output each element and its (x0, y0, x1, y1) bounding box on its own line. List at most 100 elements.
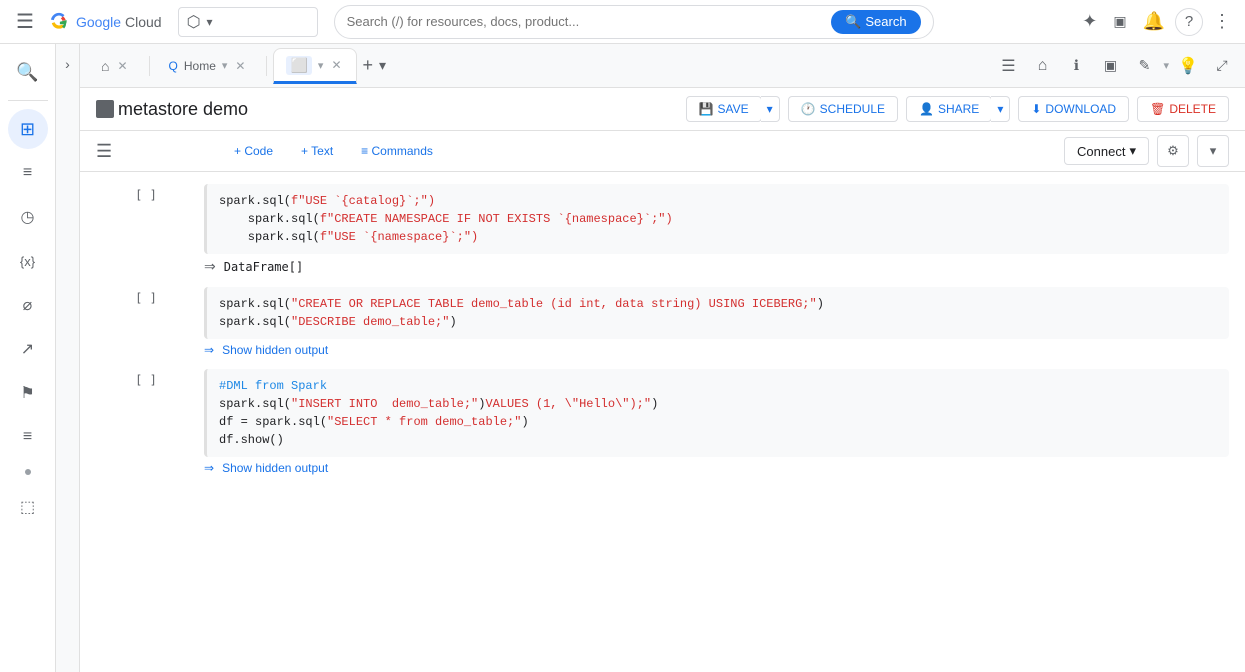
edit-dropdown[interactable]: ▾ (1163, 59, 1169, 72)
tab-query-label: Home (184, 59, 216, 73)
list-icon-area: ☰ (96, 141, 216, 162)
notebook-content: [ ] spark.sql(f"USE `{catalog}`;") spark… (80, 172, 1245, 672)
sidebar-item-code[interactable]: {x} (8, 241, 48, 281)
download-button[interactable]: ⬇ DOWNLOAD (1018, 96, 1129, 122)
terminal2-icon[interactable]: ▣ (1095, 51, 1125, 81)
tab-home[interactable]: ⌂ ✕ (88, 48, 143, 84)
list-view-icon[interactable]: ☰ (993, 51, 1023, 81)
sidebar-item-pipeline[interactable]: ↗ (8, 329, 48, 369)
terminal-icon[interactable]: ▣ (1107, 7, 1132, 36)
settings-button[interactable]: ⚙ (1157, 135, 1189, 167)
bulb2-icon[interactable]: 💡 (1173, 51, 1203, 81)
hidden-arrow-icon: ⇒ (204, 343, 214, 357)
connect-button[interactable]: Connect ▾ (1064, 137, 1149, 165)
more-icon[interactable]: ⋮ (1207, 5, 1237, 38)
cell-2-show-hidden[interactable]: ⇒ Show hidden output (204, 339, 1229, 361)
active-tab-dropdown[interactable]: ▾ (318, 59, 324, 72)
download-icon: ⬇ (1031, 102, 1041, 116)
project-selector[interactable]: ⬡ ▾ (178, 7, 318, 37)
tab-right-icons: ☰ ⌂ ℹ ▣ ✎ ▾ 💡 ⤢ (993, 51, 1237, 81)
search-button[interactable]: 🔍 Search (831, 10, 920, 34)
fullscreen-icon[interactable]: ⤢ (1207, 51, 1237, 81)
info2-icon[interactable]: ℹ (1061, 51, 1091, 81)
sidebar-item-share[interactable]: ⌀ (8, 285, 48, 325)
collapse-sidebar-btn[interactable]: › (56, 44, 80, 672)
project-dropdown-arrow: ▾ (207, 15, 213, 29)
output-arrow-icon: ⇒ (204, 258, 216, 275)
tab-bar: ⌂ ✕ Q Home ▾ ✕ ⬜ ▾ ✕ + ▾ ☰ (80, 44, 1245, 88)
search-bar[interactable]: 🔍 Search (334, 5, 934, 39)
share-dropdown-button[interactable]: ▾ (991, 96, 1010, 122)
active-tab-close[interactable]: ✕ (329, 56, 343, 74)
help-icon[interactable]: ? (1175, 8, 1203, 36)
home-tab-icon: ⌂ (101, 58, 109, 74)
sidebar-item-search[interactable]: 🔍 (8, 52, 48, 92)
cell-1: [ ] spark.sql(f"USE `{catalog}`;") spark… (80, 184, 1245, 279)
bell-icon[interactable]: 🔔 (1137, 5, 1171, 38)
edit2-icon[interactable]: ✎ (1129, 51, 1159, 81)
cell-1-code[interactable]: spark.sql(f"USE `{catalog}`;") spark.sql… (204, 184, 1229, 254)
tab-home-close[interactable]: ✕ (115, 57, 129, 75)
cell-2-gutter: [ ] (96, 287, 196, 361)
cell-3-gutter: [ ] (96, 369, 196, 479)
tab-query-close[interactable]: ✕ (233, 57, 247, 75)
share-button[interactable]: 👤 SHARE (906, 96, 992, 122)
google-cloud-logo-icon (50, 12, 70, 32)
save-action-group: 💾 SAVE ▾ (686, 96, 780, 122)
tab-active[interactable]: ⬜ ▾ ✕ (273, 48, 356, 84)
tab-separator-1 (149, 56, 150, 76)
share-action-group: 👤 SHARE ▾ (906, 96, 1010, 122)
save-dropdown-button[interactable]: ▾ (761, 96, 780, 122)
cell-3-code[interactable]: #DML from Spark spark.sql("INSERT INTO d… (204, 369, 1229, 457)
topbar-icons: ✦ ▣ 🔔 ? ⋮ (1076, 5, 1237, 38)
cell-2-content: spark.sql("CREATE OR REPLACE TABLE demo_… (204, 287, 1229, 361)
sidebar-item-dashboard[interactable]: ⊞ (8, 109, 48, 149)
search-icon: 🔍 (845, 14, 861, 30)
add-tab-button[interactable]: + (359, 51, 378, 80)
cell-2: [ ] spark.sql("CREATE OR REPLACE TABLE d… (80, 287, 1245, 361)
expand-button[interactable]: ▾ (1197, 135, 1229, 167)
save-button[interactable]: 💾 SAVE (686, 96, 762, 122)
cell-1-gutter: [ ] (96, 184, 196, 279)
delete-icon: 🗑 (1150, 102, 1165, 116)
toolbar-right: Connect ▾ ⚙ ▾ (1064, 135, 1229, 167)
save-icon: 💾 (699, 102, 714, 116)
list-icon: ☰ (96, 141, 112, 162)
home3-icon[interactable]: ⌂ (1027, 51, 1057, 81)
ai-icon[interactable]: ✦ (1076, 5, 1103, 38)
query-tab-icon: Q (169, 59, 178, 73)
cell-2-code[interactable]: spark.sql("CREATE OR REPLACE TABLE demo_… (204, 287, 1229, 339)
sidebar-item-people[interactable]: ⚑ (8, 373, 48, 413)
main-layout: 🔍 ⊞ ≡ ◷ {x} ⌀ ↗ ⚑ ≡ ⬚ › ⌂ ✕ Q Home (0, 44, 1245, 672)
project-icon: ⬡ (187, 12, 201, 32)
add-code-button[interactable]: + Code (224, 140, 283, 162)
toolbar: ☰ + Code + Text ≡ Commands Connect ▾ ⚙ (80, 131, 1245, 172)
logo: Google Cloud (50, 12, 162, 32)
commands-button[interactable]: ≡ Commands (351, 140, 443, 162)
content-area: ⌂ ✕ Q Home ▾ ✕ ⬜ ▾ ✕ + ▾ ☰ (80, 44, 1245, 672)
tab-query[interactable]: Q Home ▾ ✕ (156, 48, 261, 84)
share-icon: 👤 (919, 102, 934, 116)
sidebar-item-clock[interactable]: ◷ (8, 197, 48, 237)
tab-dropdown-button[interactable]: ▾ (379, 57, 386, 74)
notebook-area: metastore demo 💾 SAVE ▾ 🕐 SCHEDUL (80, 88, 1245, 672)
add-text-button[interactable]: + Text (291, 140, 343, 162)
notebook-header: metastore demo 💾 SAVE ▾ 🕐 SCHEDUL (80, 88, 1245, 131)
left-sidebar: 🔍 ⊞ ≡ ◷ {x} ⌀ ↗ ⚑ ≡ ⬚ (0, 44, 56, 672)
cell-3-show-hidden[interactable]: ⇒ Show hidden output (204, 457, 1229, 479)
search-input[interactable] (347, 14, 824, 29)
cell-1-content: spark.sql(f"USE `{catalog}`;") spark.sql… (204, 184, 1229, 279)
sidebar-item-filter[interactable]: ≡ (8, 153, 48, 193)
cell-3-bracket: [ ] (135, 373, 157, 387)
delete-button[interactable]: 🗑 DELETE (1137, 96, 1229, 122)
cell-2-bracket: [ ] (135, 291, 157, 305)
tab-query-dropdown[interactable]: ▾ (222, 59, 228, 72)
topbar: ☰ Google Cloud ⬡ ▾ 🔍 Search ✦ ▣ 🔔 ? ⋮ (0, 0, 1245, 44)
menu-icon[interactable]: ☰ (8, 1, 42, 42)
sidebar-item-settings[interactable]: ≡ (8, 417, 48, 457)
tab-separator-2 (266, 56, 267, 76)
sidebar-item-storage[interactable]: ⬚ (8, 487, 48, 527)
schedule-button[interactable]: 🕐 SCHEDULE (788, 96, 898, 122)
hidden-arrow-icon-2: ⇒ (204, 461, 214, 475)
schedule-icon: 🕐 (801, 102, 816, 116)
